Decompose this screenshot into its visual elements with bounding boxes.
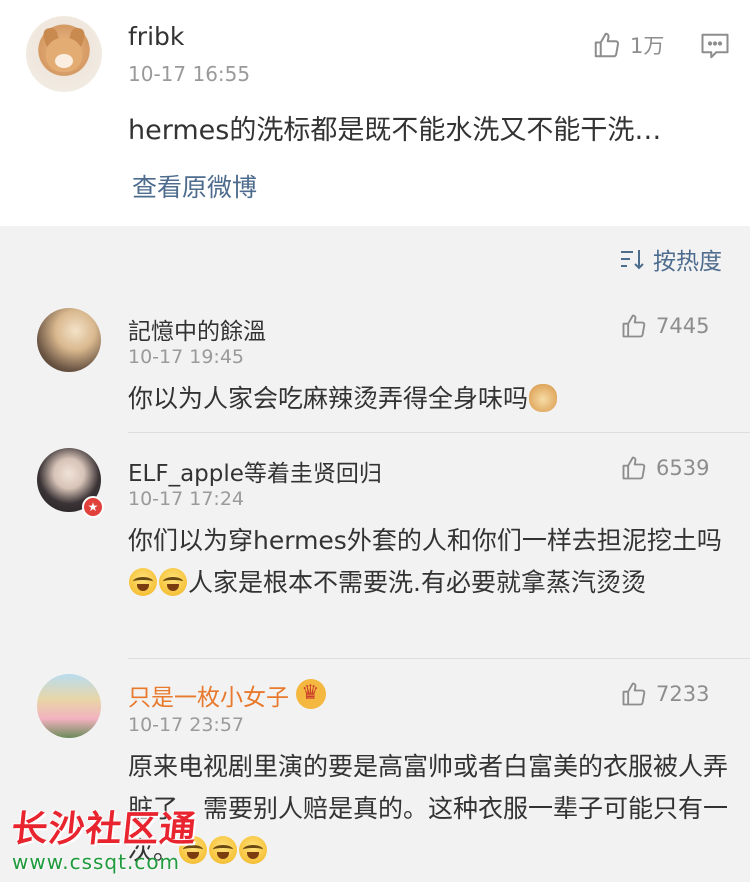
post-timestamp: 10-17 16:55 <box>128 62 251 86</box>
comment-text-content: 你以为人家会吃麻辣烫弄得全身味吗 <box>128 384 529 413</box>
watermark-url: www.cssqt.com <box>12 850 181 874</box>
cry-laugh-emoji <box>159 568 187 596</box>
avatar-dog-muzzle <box>55 54 73 68</box>
commenter-avatar[interactable] <box>37 674 101 738</box>
commenter-name[interactable]: 只是一枚小女子 <box>128 678 327 712</box>
comment-divider <box>128 432 750 433</box>
comment-item: 記憶中的餘溫 10-17 19:45 7445 你以为人家会吃麻辣烫弄得全身味吗 <box>0 300 750 432</box>
watermark-title: 长沙社区通 <box>9 809 199 850</box>
commenter-avatar[interactable] <box>37 308 101 372</box>
post-author-name[interactable]: fribk <box>128 22 184 51</box>
site-watermark: 长沙社区通 www.cssqt.com <box>9 800 199 874</box>
comment-text: 你们以为穿hermes外套的人和你们一样去担泥挖土吗人家是根本不需要洗.有必要就… <box>128 520 728 604</box>
commenter-name[interactable]: 記憶中的餘溫 <box>128 312 266 346</box>
view-original-link[interactable]: 查看原微博 <box>132 168 257 204</box>
post-text: hermes的洗标都是既不能水洗又不能干洗… <box>128 115 662 146</box>
comment-like-button[interactable]: 6539 <box>620 454 709 482</box>
post-like-button[interactable]: 1万 <box>592 30 664 60</box>
thumbs-up-icon <box>622 314 646 338</box>
comment-timestamp: 10-17 17:24 <box>128 488 245 510</box>
commenter-name[interactable]: ELF_apple等着圭贤回归 <box>128 454 382 488</box>
comment-text: 你以为人家会吃麻辣烫弄得全身味吗 <box>128 378 728 420</box>
comment-like-button[interactable]: 7233 <box>620 680 709 708</box>
post-like-count: 1万 <box>630 34 665 58</box>
cry-laugh-emoji <box>129 568 157 596</box>
verified-badge: ★ <box>82 496 104 518</box>
message-icon <box>701 33 729 59</box>
sort-by-popularity[interactable]: 按热度 <box>619 242 722 276</box>
comment-like-count: 7233 <box>656 682 710 706</box>
post-author-avatar[interactable] <box>26 16 102 92</box>
original-post-card: fribk 10-17 16:55 1万 hermes的洗标都是既不能水洗又不能… <box>0 0 750 226</box>
comment-timestamp: 10-17 23:57 <box>128 714 245 736</box>
sort-label: 按热度 <box>653 249 722 275</box>
comment-item: ★ ELF_apple等着圭贤回归 10-17 17:24 6539 你们以为穿… <box>0 442 750 656</box>
thumbs-up-icon <box>622 682 646 706</box>
crown-icon <box>296 679 327 709</box>
comment-text: 原来电视剧里演的要是高富帅或者白富美的衣服被人弄脏了，需要别人赔是真的。这种衣服… <box>128 746 728 872</box>
comment-text-content: 人家是根本不需要洗.有必要就拿蒸汽烫烫 <box>188 568 646 597</box>
comment-text-content: 你们以为穿hermes外套的人和你们一样去担泥挖土吗 <box>128 526 722 555</box>
thumbs-up-icon <box>594 32 620 58</box>
comment-divider <box>128 658 750 659</box>
cry-laugh-emoji <box>239 836 268 864</box>
comment-button[interactable] <box>700 32 730 64</box>
cry-laugh-emoji <box>209 836 238 864</box>
comment-like-button[interactable]: 7445 <box>620 312 709 340</box>
comment-like-count: 6539 <box>656 456 710 480</box>
comment-like-count: 7445 <box>656 314 710 338</box>
thumbs-up-icon <box>622 456 646 480</box>
comment-timestamp: 10-17 19:45 <box>128 346 245 368</box>
vip-name-text: 只是一枚小女子 <box>128 685 289 711</box>
sort-icon <box>621 250 644 270</box>
doge-emoji <box>529 384 558 412</box>
